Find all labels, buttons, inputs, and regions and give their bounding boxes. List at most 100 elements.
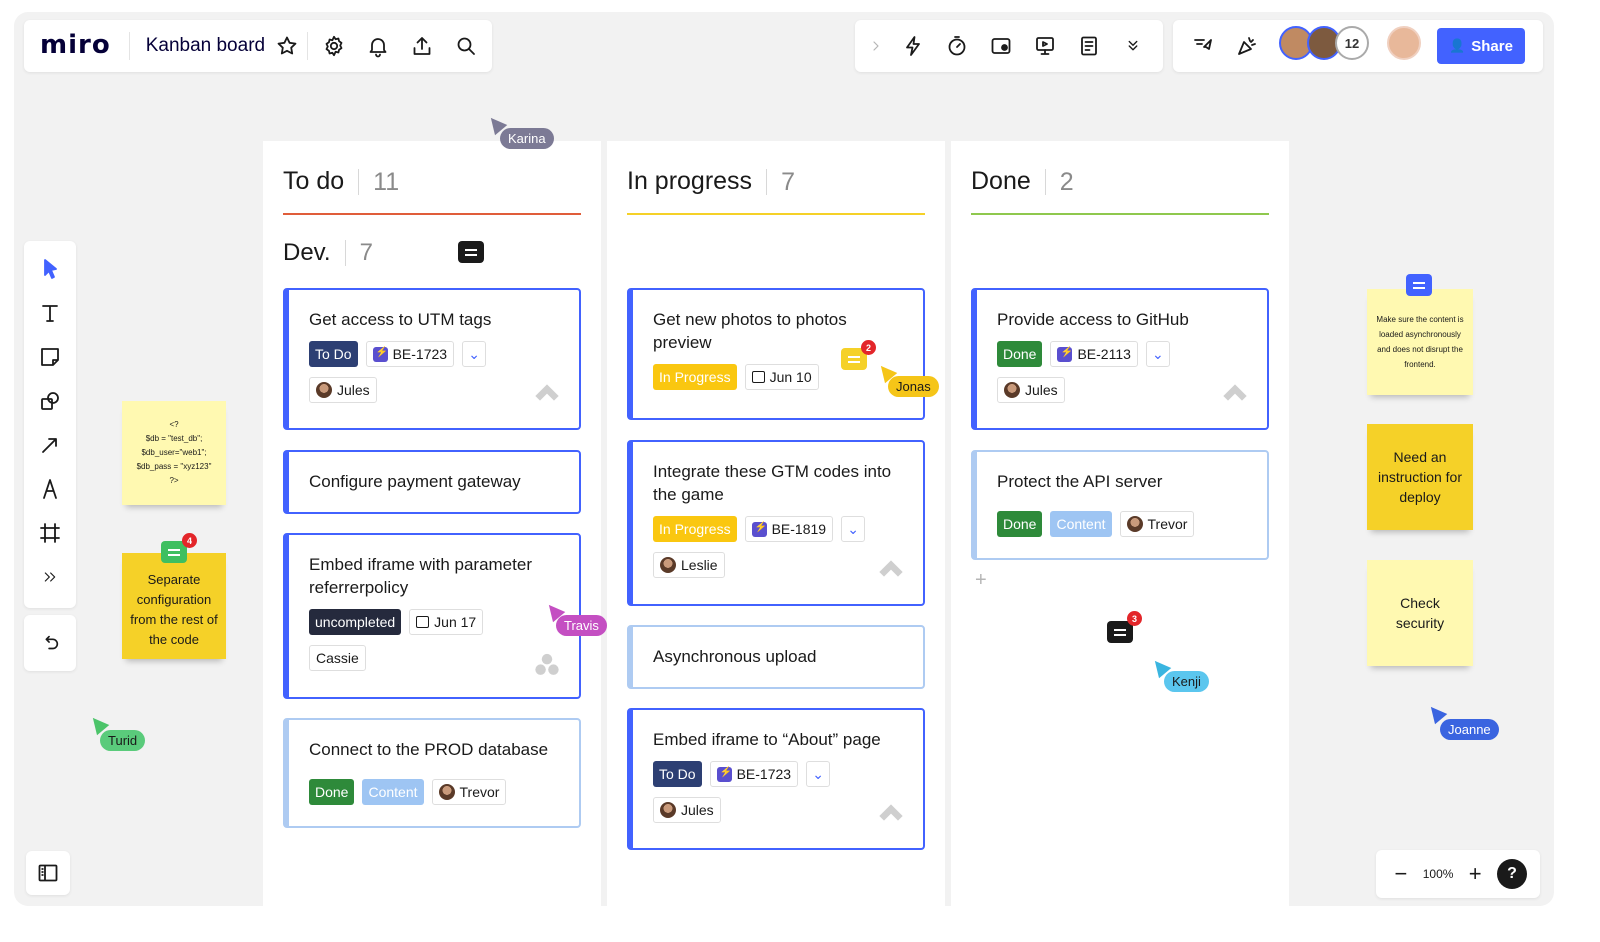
expand-icon[interactable]: ⌄	[806, 761, 831, 787]
issue-key-chip[interactable]: BE-2113	[1050, 341, 1138, 367]
text-icon[interactable]	[28, 291, 72, 335]
due-date-chip[interactable]: Jun 10	[744, 364, 819, 390]
miro-logo[interactable]: miro	[24, 32, 130, 60]
assignee-chip[interactable]: Jules	[309, 377, 377, 403]
sticky-note-code[interactable]: <? $db = "test_db"; $db_user="web1"; $db…	[122, 401, 226, 505]
assignee-chip[interactable]: Leslie	[653, 552, 725, 578]
zoom-in-button[interactable]: +	[1463, 861, 1487, 887]
status-badge[interactable]: Done	[309, 779, 355, 805]
card-fields: uncompleted Jun 17	[309, 609, 559, 635]
current-user-avatar[interactable]	[1387, 26, 1421, 60]
comment-icon[interactable]	[1406, 274, 1432, 296]
swimlane-title[interactable]: Dev.	[283, 239, 331, 267]
card-title: Integrate these GTM codes into the game	[653, 462, 892, 504]
issue-key-chip[interactable]: BE-1723	[709, 761, 799, 787]
timer-icon[interactable]	[935, 24, 979, 68]
star-icon[interactable]	[271, 24, 303, 68]
card-prod-database[interactable]: Connect to the PROD database Done Conten…	[283, 718, 581, 828]
card-new-photos[interactable]: Get new photos to photos preview In Prog…	[627, 288, 925, 420]
reactions-icon[interactable]	[1225, 24, 1269, 68]
card-embed-about[interactable]: Embed iframe to “About” page To Do BE-17…	[627, 708, 925, 850]
sticky-note-async[interactable]: Make sure the content is loaded asynchro…	[1367, 289, 1473, 395]
card-payment-gateway[interactable]: Configure payment gateway	[283, 450, 581, 514]
assignee-chip[interactable]: Jules	[653, 797, 721, 823]
creation-toolbar	[24, 241, 76, 608]
label-badge[interactable]: Content	[1050, 511, 1112, 537]
card-github-access[interactable]: Provide access to GitHub Done BE-2113 ⌄ …	[971, 288, 1269, 430]
column-title[interactable]: Done	[971, 167, 1031, 196]
assignee-chip[interactable]: Cassie	[309, 645, 366, 671]
avatar	[660, 802, 676, 818]
status-badge[interactable]: In Progress	[653, 516, 737, 542]
sticky-note-icon[interactable]	[28, 335, 72, 379]
search-icon[interactable]	[444, 24, 488, 68]
assignee-chip[interactable]: Trevor	[431, 779, 507, 805]
chevron-double-down-icon[interactable]	[1111, 24, 1155, 68]
column-title[interactable]: In progress	[627, 167, 752, 196]
column-title[interactable]: To do	[283, 167, 344, 196]
assignee-chip[interactable]: Jules	[997, 377, 1065, 403]
sticky-note-security[interactable]: Check security	[1367, 560, 1473, 666]
status-badge[interactable]: To Do	[309, 341, 358, 367]
due-date-chip[interactable]: Jun 17	[409, 609, 484, 635]
status-badge[interactable]: Done	[997, 341, 1043, 367]
more-tools-icon[interactable]	[28, 555, 72, 599]
card-async-upload[interactable]: Asynchronous upload	[627, 625, 925, 689]
cursor-follow-icon[interactable]	[1181, 24, 1225, 68]
expand-icon[interactable]: ⌄	[1145, 341, 1170, 367]
swimlane-count: 7	[344, 240, 373, 266]
help-button[interactable]: ?	[1497, 859, 1528, 889]
board-title[interactable]: Kanban board	[130, 35, 271, 57]
label-badge[interactable]: Content	[362, 779, 424, 805]
board-outline-button[interactable]	[26, 851, 70, 895]
sticky-note-separate-config[interactable]: Separate configuration from the rest of …	[122, 553, 226, 659]
notes-icon[interactable]	[1067, 24, 1111, 68]
expand-icon[interactable]: ⌄	[462, 341, 487, 367]
expand-icon[interactable]: ⌄	[841, 516, 866, 542]
lightning-icon[interactable]	[891, 24, 935, 68]
sticky-text: <? $db = "test_db"; $db_user="web1"; $db…	[136, 420, 212, 485]
card-gtm-codes[interactable]: Integrate these GTM codes into the game …	[627, 440, 925, 606]
column-todo: To do 11 Dev. 7 Get access to UTM tags T…	[263, 141, 601, 906]
card-utm-tags[interactable]: Get access to UTM tags To Do BE-1723 ⌄ J…	[283, 288, 581, 430]
status-badge[interactable]: To Do	[653, 761, 702, 787]
calendar-icon	[751, 371, 765, 383]
assignee-name: Leslie	[681, 557, 718, 573]
status-badge[interactable]: In Progress	[653, 364, 737, 390]
jira-logo-icon	[879, 804, 903, 821]
gear-icon[interactable]	[312, 24, 356, 68]
card-embed-iframe-referrer[interactable]: Embed iframe with parameter referrerpoli…	[283, 533, 581, 699]
share-button[interactable]: 👤 Share	[1437, 28, 1525, 64]
pen-icon[interactable]	[28, 467, 72, 511]
collaborator-overflow-count[interactable]: 12	[1335, 26, 1369, 60]
frame-icon[interactable]	[28, 511, 72, 555]
column-header: Done 2	[971, 167, 1074, 196]
status-badge[interactable]: Done	[997, 511, 1043, 537]
issue-key: BE-1819	[771, 521, 827, 537]
zoom-out-button[interactable]: −	[1389, 861, 1413, 887]
arrow-icon[interactable]	[28, 423, 72, 467]
sticky-text: Need an instruction for deploy	[1377, 449, 1463, 505]
upload-icon[interactable]	[400, 24, 444, 68]
issue-key-chip[interactable]: BE-1819	[744, 516, 834, 542]
video-icon[interactable]	[979, 24, 1023, 68]
card-protect-api[interactable]: Protect the API server Done Content Trev…	[971, 450, 1269, 560]
shapes-icon[interactable]	[28, 379, 72, 423]
status-badge[interactable]: uncompleted	[309, 609, 402, 635]
issue-key: BE-2113	[1077, 346, 1131, 362]
comment-icon[interactable]	[458, 241, 484, 263]
card-fields: Done Content Trevor	[997, 511, 1247, 537]
cursor-label: Jonas	[888, 376, 939, 397]
issue-key-chip[interactable]: BE-1723	[365, 341, 455, 367]
presentation-icon[interactable]	[1023, 24, 1067, 68]
card-title: Configure payment gateway	[309, 472, 521, 491]
chevron-right-icon[interactable]	[861, 24, 891, 68]
zoom-level[interactable]: 100%	[1423, 867, 1454, 881]
board-canvas[interactable]: miro Kanban board 12 👤 Share To do 11 De…	[14, 12, 1554, 906]
select-icon[interactable]	[28, 247, 72, 291]
sticky-note-deploy[interactable]: Need an instruction for deploy	[1367, 424, 1473, 530]
bell-icon[interactable]	[356, 24, 400, 68]
add-card-icon[interactable]: +	[975, 569, 987, 592]
undo-button[interactable]	[24, 615, 76, 671]
assignee-chip[interactable]: Trevor	[1119, 511, 1195, 537]
